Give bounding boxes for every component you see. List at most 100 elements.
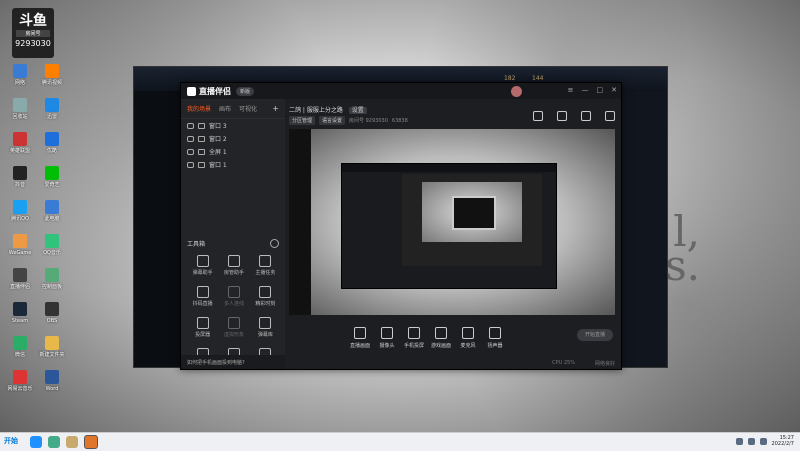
tool-icon [196, 286, 209, 298]
lock-icon[interactable] [198, 161, 205, 168]
desktop-shortcut[interactable]: WeGame [2, 234, 38, 256]
category-chip[interactable]: 分区管理 [289, 116, 316, 125]
desktop-shortcut[interactable]: 此电脑 [34, 200, 70, 222]
window-controls: ≡ — □ ✕ [568, 86, 617, 94]
tool-button[interactable]: 多人连线 [218, 286, 249, 307]
source-button[interactable]: 游戏画面 [426, 327, 456, 349]
source-button[interactable]: 扬声器 [480, 327, 510, 349]
desktop-shortcut[interactable]: 新建文件夹 [34, 336, 70, 358]
minimize-icon[interactable]: — [582, 86, 589, 94]
desktop-shortcut[interactable]: 回收站 [2, 98, 38, 120]
desktop-shortcut[interactable]: QQ音乐 [34, 234, 70, 256]
tab-my-scenes[interactable]: 我的场景 [187, 104, 211, 113]
game-right-panel [617, 91, 667, 367]
tray-network-icon[interactable] [735, 437, 743, 445]
close-icon[interactable]: ✕ [611, 86, 617, 94]
browser-icon[interactable] [48, 436, 60, 448]
desktop-shortcut[interactable]: 爱奇艺 [34, 166, 70, 188]
desktop-shortcut[interactable]: Steam [2, 302, 38, 324]
streaming-app-taskbar-icon[interactable] [84, 435, 98, 449]
tool-button[interactable]: 抖码直播 [187, 286, 218, 307]
start-button[interactable]: 开始 [4, 436, 24, 448]
desktop-shortcut[interactable]: 腾讯视频 [34, 64, 70, 86]
language-chip[interactable]: 语言设置 [319, 116, 346, 125]
tool-button[interactable]: 精彩时刻 [250, 286, 281, 307]
user-avatar[interactable] [511, 86, 522, 97]
maximize-icon[interactable]: □ [597, 86, 604, 94]
scene-item[interactable]: 窗口 1 [181, 158, 285, 171]
desktop-shortcut[interactable]: OBS [34, 302, 70, 324]
gift-icon[interactable] [533, 111, 543, 121]
start-live-button[interactable]: 开始直播 [577, 329, 613, 341]
shortcut-icon [13, 64, 27, 78]
shortcut-icon [45, 200, 59, 214]
scene-item[interactable]: 窗口 3 [181, 119, 285, 132]
game-taskbar-icon[interactable] [66, 436, 78, 448]
scene-item[interactable]: 窗口 2 [181, 132, 285, 145]
lock-icon[interactable] [198, 135, 205, 142]
desktop-shortcut[interactable]: 迅雷 [34, 98, 70, 120]
tool-icon [259, 317, 272, 329]
source-button[interactable]: 手机投屏 [399, 327, 429, 349]
visibility-icon[interactable] [187, 148, 194, 155]
lock-icon[interactable] [198, 122, 205, 129]
stream-preview[interactable] [289, 129, 615, 315]
desktop-shortcut[interactable]: Word [34, 370, 70, 392]
shortcut-icon [13, 370, 27, 384]
room-subbar: 分区管理 语言设置 房间号 9293030 63838 [289, 116, 408, 125]
message-icon[interactable] [557, 111, 567, 121]
streaming-companion-window[interactable]: 直播伴侣 新版 ≡ — □ ✕ 我的场景 画布 可视化 + 窗口 3 窗口 2 全屏… [180, 82, 622, 370]
source-button[interactable]: 麦克风 [453, 327, 483, 349]
clock[interactable]: 15:27 2022/2/7 [772, 435, 794, 447]
tool-button[interactable]: 投屏器 [187, 317, 218, 338]
shortcut-label: 直播伴侣 [9, 284, 30, 290]
app-brand: 直播伴侣 [187, 86, 231, 97]
desktop-shortcut[interactable]: 英雄联盟 [2, 132, 38, 154]
shortcut-icon [45, 132, 59, 146]
desktop-shortcut[interactable]: 直播伴侣 [2, 268, 38, 290]
desktop-shortcut[interactable]: 网易云音乐 [2, 370, 38, 392]
desktop: l, s. 斗鱼 房间号 9293030 网络 回收站 英雄联盟 抖音 腾讯QQ WeGa… [0, 0, 800, 432]
scene-label: 全屏 1 [209, 149, 227, 156]
visibility-icon[interactable] [187, 135, 194, 142]
tool-button[interactable]: 弹幕助手 [187, 255, 218, 276]
tray-volume-icon[interactable] [747, 437, 755, 445]
desktop-shortcut[interactable]: 抖音 [2, 166, 38, 188]
desktop-shortcut[interactable]: 控制面板 [34, 268, 70, 290]
visibility-icon[interactable] [187, 161, 194, 168]
lock-icon[interactable] [198, 148, 205, 155]
wallpaper-text: l, s. [665, 211, 700, 287]
room-settings-tag[interactable]: 设置 [348, 107, 367, 114]
desktop-shortcut[interactable]: 网络 [2, 64, 38, 86]
room-title-text: 二鸽 | 服服上分之路 [289, 107, 343, 114]
visibility-icon[interactable] [187, 122, 194, 129]
menu-icon[interactable]: ≡ [568, 86, 574, 94]
shortcut-label: Word [45, 386, 59, 392]
toolbox-title: 工具箱 [187, 241, 206, 248]
desktop-shortcut[interactable]: 微信 [2, 336, 38, 358]
header-tools [533, 111, 615, 121]
bell-icon[interactable] [581, 111, 591, 121]
desktop-shortcut[interactable]: 优酷 [34, 132, 70, 154]
app-header: 直播伴侣 新版 ≡ — □ ✕ [181, 83, 621, 99]
tray-ime-icon[interactable] [759, 437, 767, 445]
add-scene-button[interactable]: + [272, 104, 279, 113]
search-icon[interactable] [30, 436, 42, 448]
source-button[interactable]: 摄像头 [372, 327, 402, 349]
version-badge[interactable]: 新版 [236, 86, 255, 96]
sidebar-help-link[interactable]: 如何把手机画面投到电脑? [181, 355, 285, 369]
desktop-shortcut[interactable]: 腾讯QQ [2, 200, 38, 222]
tool-button[interactable]: 主播任务 [250, 255, 281, 276]
tool-button[interactable]: 虚拟形象 [218, 317, 249, 338]
tool-button[interactable]: 弹幕库 [250, 317, 281, 338]
tool-button[interactable]: 房管助手 [218, 255, 249, 276]
tab-canvas[interactable]: 画布 [219, 104, 231, 113]
scene-item[interactable]: 全屏 1 [181, 145, 285, 158]
shortcut-icon [13, 302, 27, 316]
toolbox-more-icon[interactable] [270, 239, 279, 248]
share-icon[interactable] [605, 111, 615, 121]
tool-icon [227, 317, 240, 329]
source-button[interactable]: 直播画面 [345, 327, 375, 349]
tab-visual[interactable]: 可视化 [239, 104, 257, 113]
shortcut-icon [45, 302, 59, 316]
